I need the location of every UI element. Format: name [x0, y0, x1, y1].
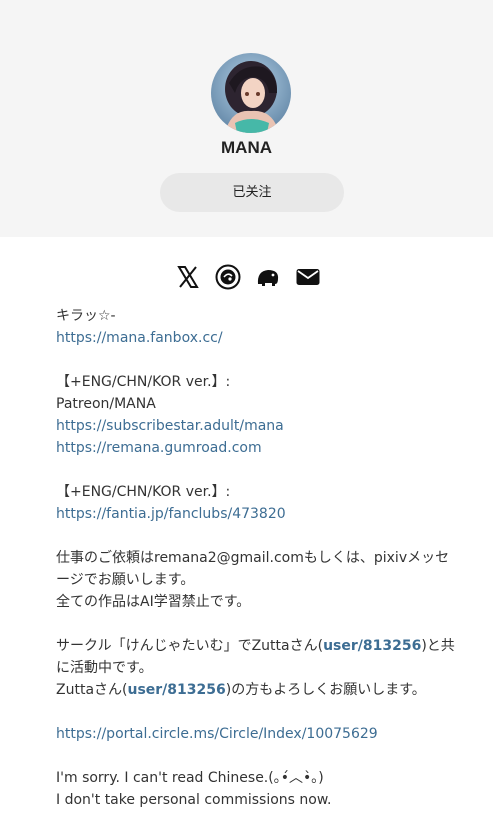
- bio-line: キラッ☆-: [56, 308, 116, 324]
- bio-line: I'm sorry. I can't read Chinese.(｡•́︿•̀｡…: [56, 770, 324, 786]
- username: MANA: [221, 138, 272, 157]
- follow-button[interactable]: 已关注: [160, 173, 344, 212]
- bio-text: )の方もよろしくお願いします。: [225, 682, 426, 698]
- avatar[interactable]: [211, 53, 291, 133]
- user-link[interactable]: user/813256: [127, 682, 225, 698]
- bio-line: I don't take personal commissions now.: [56, 792, 332, 808]
- elephant-icon[interactable]: [255, 264, 281, 290]
- bio-link[interactable]: https://fantia.jp/fanclubs/473820: [56, 503, 446, 525]
- bio-line: 仕事のご依頼はremana2@gmail.comもしくは、pixivメッセ: [56, 550, 450, 566]
- bio-line: Patreon/MANA: [56, 396, 156, 412]
- x-icon[interactable]: [175, 264, 201, 290]
- profile-bio: キラッ☆- https://mana.fanbox.cc/ 【+ENG/CHN/…: [56, 305, 455, 811]
- bio-link[interactable]: https://mana.fanbox.cc/: [56, 327, 446, 349]
- bio-text: Zuttaさん(: [56, 682, 128, 698]
- bio-text: サークル「けんじゃたいむ」でZuttaさん(: [56, 638, 324, 654]
- social-links: [0, 264, 493, 290]
- bio-line: 【+ENG/CHN/KOR ver.】:: [56, 374, 231, 390]
- bio-link[interactable]: https://remana.gumroad.com: [56, 437, 446, 459]
- avatar-image: [211, 53, 291, 133]
- user-link[interactable]: user/813256: [323, 638, 421, 654]
- bio-line: 全ての作品はAI学習禁止です。: [56, 594, 251, 610]
- mail-icon[interactable]: [295, 264, 321, 290]
- bio-line: Zuttaさん(user/813256)の方もよろしくお願いします。: [56, 679, 446, 701]
- profile-header: MANA 已关注: [0, 0, 493, 237]
- bio-line: に活動中です。: [56, 660, 153, 676]
- bio-text: )と共: [421, 638, 455, 654]
- bio-link[interactable]: https://subscribestar.adult/mana: [56, 415, 446, 437]
- bio-line: サークル「けんじゃたいむ」でZuttaさん(user/813256)と共: [56, 635, 455, 657]
- bio-link[interactable]: https://portal.circle.ms/Circle/Index/10…: [56, 723, 446, 745]
- bio-line: 【+ENG/CHN/KOR ver.】:: [56, 484, 231, 500]
- bio-line: ージでお願いします。: [56, 572, 195, 588]
- circle-icon[interactable]: [215, 264, 241, 290]
